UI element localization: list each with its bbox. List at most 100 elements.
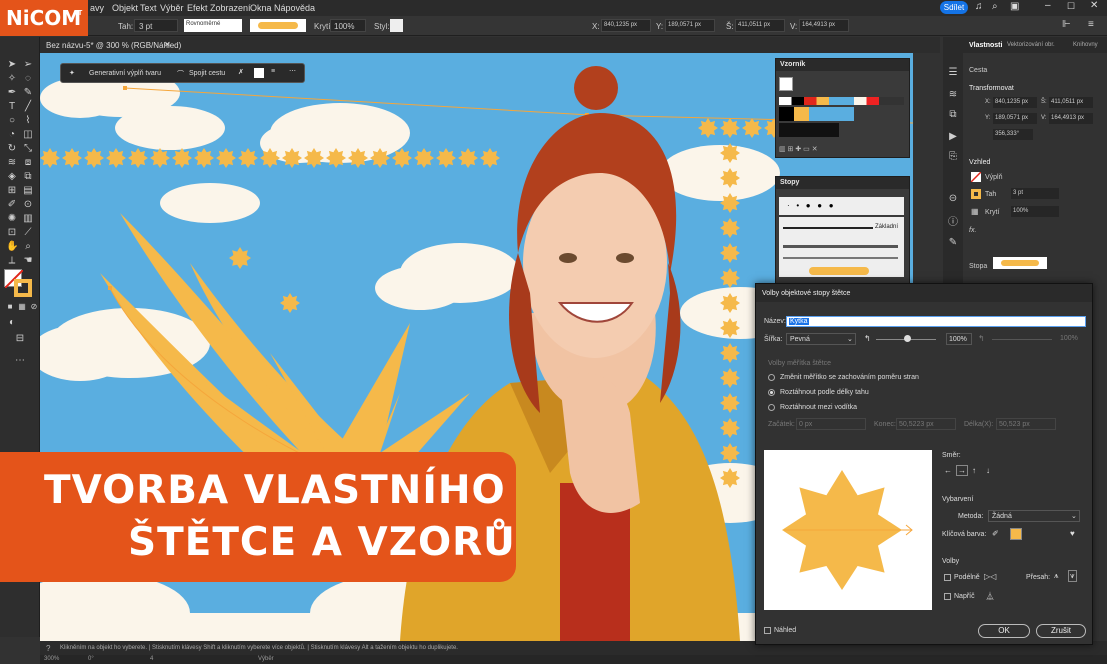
generative-fill-button[interactable]: Generativní výplň tvaru — [89, 70, 161, 77]
eraser-icon[interactable]: ◫ — [22, 129, 34, 141]
props-angle-field[interactable]: 356,333° — [993, 129, 1033, 140]
overlap-adjust-icon[interactable]: ⩚ — [1054, 571, 1059, 581]
symbol-sprayer-icon[interactable]: ✺ — [6, 213, 18, 225]
ellipse-tool-icon[interactable]: ○ — [6, 115, 18, 127]
props-brush-preview[interactable] — [993, 257, 1047, 269]
free-transform-icon[interactable]: ⧈ — [22, 157, 34, 169]
stroke-lines-icon[interactable]: ≡ — [271, 68, 275, 75]
menu-item[interactable]: Nápověda — [274, 3, 315, 13]
eyedropper-icon[interactable]: ✐ — [6, 199, 18, 211]
menu-item[interactable]: avy — [90, 3, 104, 13]
link-icon[interactable]: ⊝ — [947, 193, 959, 205]
maximize-icon[interactable]: ☐ — [1067, 1, 1075, 12]
props-w-field[interactable]: 411,0511 px — [1049, 97, 1093, 108]
magic-wand-icon[interactable]: ✧ — [6, 73, 18, 85]
menu-item[interactable]: Zobrazení — [210, 3, 251, 13]
mode-value[interactable]: Výběr — [258, 656, 274, 662]
none-mode-icon[interactable]: ⊘ — [28, 301, 40, 313]
libraries-icon[interactable]: ⧉ — [947, 109, 959, 121]
pen-tool-icon[interactable]: ✒ — [6, 87, 18, 99]
x-field[interactable]: 840,1235 px — [601, 19, 651, 32]
tab-image-trace[interactable]: Vektorizování obr. — [1007, 42, 1055, 48]
hand-tool-icon[interactable]: ☚ — [22, 255, 34, 267]
close-icon[interactable]: ✕ — [1090, 0, 1098, 11]
perspective-icon[interactable]: ⧉ — [22, 171, 34, 183]
cancel-button[interactable]: Zrušit — [1036, 624, 1086, 638]
brush-presets[interactable]: · • ● ● ● — [779, 197, 904, 215]
swatch-footer-icons[interactable]: ▥ ⊞ ✚ ▭ ✕ — [779, 145, 818, 153]
gradient-mode-icon[interactable]: ▦ — [16, 301, 28, 313]
bell-icon[interactable]: ♫ — [975, 1, 983, 12]
props-stroke-field[interactable]: 3 pt — [1011, 188, 1059, 199]
artboard-number[interactable]: 4 — [150, 656, 153, 662]
stroke-swatch[interactable] — [14, 279, 32, 297]
eyedropper-icon[interactable]: ✐ — [992, 529, 999, 538]
help-icon[interactable]: ? — [46, 644, 50, 653]
join-path-button[interactable]: Spojit cestu — [189, 70, 225, 77]
swatch-none[interactable] — [779, 77, 793, 91]
search-icon[interactable]: ⌕ — [992, 1, 998, 12]
scale-icon[interactable]: ⤡ — [22, 143, 34, 155]
swatch-row[interactable] — [779, 97, 904, 105]
name-input[interactable]: Kytka — [786, 316, 1086, 327]
y-field[interactable]: 189,0571 px — [665, 19, 715, 32]
menu-item[interactable]: Objekt — [112, 3, 138, 13]
fx-button[interactable]: fx. — [969, 227, 976, 234]
mesh-icon[interactable]: ⊞ — [6, 185, 18, 197]
props-x-field[interactable]: 840,1235 px — [993, 97, 1037, 108]
menu-item[interactable]: Výběr — [160, 3, 184, 13]
direction-down-icon[interactable]: ↓ — [986, 466, 990, 475]
radio-scale-proportional[interactable] — [768, 374, 775, 381]
zoom-icon[interactable]: ⌕ — [22, 241, 34, 253]
props-stroke-swatch[interactable] — [971, 189, 981, 199]
screen-mode-icon[interactable]: ⊟ — [14, 333, 26, 345]
direct-selection-icon[interactable]: ➢ — [22, 59, 34, 71]
width-percent-field[interactable]: 100% — [946, 333, 972, 345]
menu-icon[interactable]: ≡ — [1088, 19, 1094, 30]
props-y-field[interactable]: 189,0571 px — [993, 113, 1037, 124]
color-mode-icon[interactable]: ■ — [4, 301, 16, 313]
knife-icon[interactable]: ⟂ — [6, 255, 18, 267]
zoom-value[interactable]: 300% — [44, 656, 59, 662]
style-swatch[interactable] — [390, 19, 403, 32]
brush-preview[interactable] — [250, 19, 306, 32]
direction-left-icon[interactable]: ← — [944, 466, 952, 475]
rotate-icon[interactable]: ↻ — [6, 143, 18, 155]
props-h-field[interactable]: 164,4913 px — [1049, 113, 1093, 124]
flip-along-checkbox[interactable] — [944, 574, 951, 581]
shape-builder-icon[interactable]: ◈ — [6, 171, 18, 183]
blend-icon[interactable]: ⊙ — [22, 199, 34, 211]
document-tab[interactable]: Bez názvu-5* @ 300 % (RGB/Náhled) — [46, 41, 181, 50]
menu-item[interactable]: Okna — [250, 3, 272, 13]
props-fill-swatch[interactable] — [970, 171, 982, 183]
flip-across-checkbox[interactable] — [944, 593, 951, 600]
minimize-icon[interactable]: – — [1045, 0, 1051, 11]
stroke-icon[interactable]: ✗ — [238, 68, 244, 76]
preview-checkbox[interactable] — [764, 627, 771, 634]
draw-mode-icon[interactable]: ◐ — [6, 317, 18, 329]
ok-button[interactable]: OK — [978, 624, 1030, 638]
stroke-width-field[interactable]: 3 pt — [134, 19, 178, 32]
workspace-icon[interactable]: ▣ — [1010, 1, 1019, 12]
graph-icon[interactable]: ▥ — [22, 213, 34, 225]
warp-icon[interactable]: ≋ — [6, 157, 18, 169]
tips-icon[interactable]: ♥ — [1070, 529, 1075, 538]
share-button[interactable]: Sdílet — [940, 1, 968, 14]
menu-item[interactable]: Efekt — [187, 3, 208, 13]
brush-panel-icon[interactable]: ✎ — [947, 237, 959, 249]
paintbrush-icon[interactable]: ⌇ — [22, 115, 34, 127]
menu-item[interactable]: Text — [140, 3, 157, 13]
line-tool-icon[interactable]: ╱ — [22, 101, 34, 113]
overlap-none-icon[interactable]: ⩛ — [1068, 570, 1077, 582]
gradient-icon[interactable]: ▤ — [22, 185, 34, 197]
selection-tool-icon[interactable]: ➤ — [6, 59, 18, 71]
radio-stretch-length[interactable] — [768, 389, 775, 396]
pencil-icon[interactable]: ✎ — [22, 87, 34, 99]
hand-icon[interactable]: ✋ — [6, 241, 18, 253]
stroke-profile-select[interactable]: Rovnoměrné — [184, 19, 242, 32]
method-select[interactable]: Žádná ⌄ — [988, 510, 1080, 522]
more-tools-icon[interactable]: ⋯ — [14, 355, 26, 367]
w-field[interactable]: 411,0511 px — [735, 19, 785, 32]
width-select[interactable]: Pevná ⌄ — [786, 333, 856, 345]
lasso-icon[interactable]: ◌ — [22, 73, 34, 85]
